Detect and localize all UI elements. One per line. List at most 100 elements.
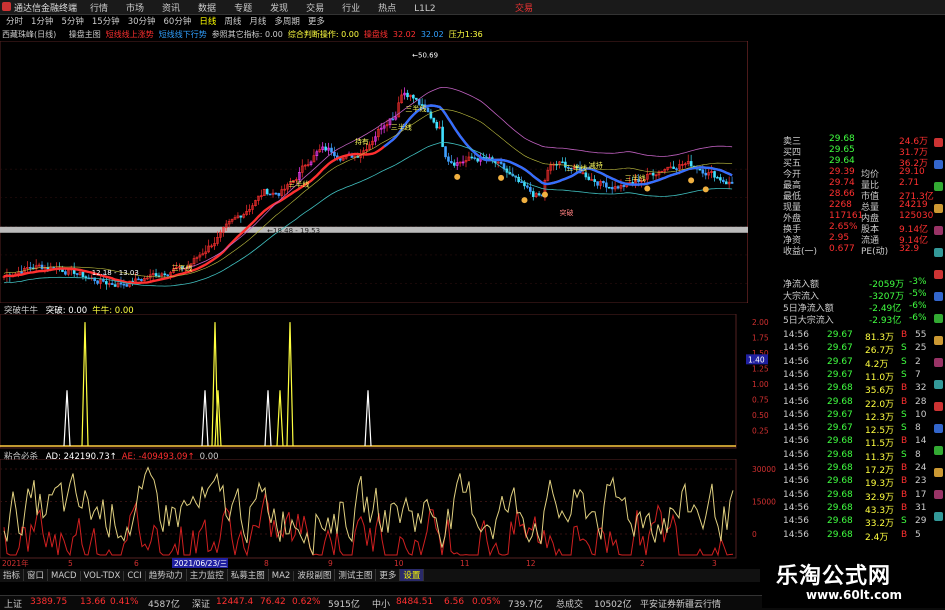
sidebar-tool-icon[interactable] (934, 380, 943, 389)
indicator-tab-4[interactable]: CCI (124, 571, 146, 581)
menu-3[interactable]: 数据 (198, 4, 216, 14)
tick-count: 31 (915, 502, 927, 513)
menu-1[interactable]: 市场 (126, 4, 144, 14)
candle-body (476, 158, 479, 162)
indicator-item-6: 32.02 (392, 30, 416, 39)
indicator-tab-2[interactable]: MACD (48, 571, 81, 581)
indicator-tab-0[interactable]: 指标 (0, 569, 25, 581)
period-tab-3[interactable]: 15分钟 (90, 15, 122, 27)
candle-body (414, 97, 418, 100)
candle-body (675, 168, 678, 170)
sz-value: 12447.4 (216, 597, 254, 607)
period-tab-0[interactable]: 分时 (4, 15, 25, 27)
coin-marker-3 (541, 191, 548, 198)
sz-label: 深证 (192, 600, 211, 610)
tick-volume: 2.4万 (865, 532, 889, 543)
period-tab-4[interactable]: 30分钟 (126, 15, 158, 27)
indicator-tab-6[interactable]: 主力监控 (187, 569, 228, 581)
sub2-chart[interactable]: 30000 15000 0 (0, 459, 780, 559)
sidebar-tool-icon[interactable] (934, 446, 943, 455)
candle-body (713, 171, 716, 178)
quote-value: 29.65 (829, 145, 855, 155)
indicator-tab-12[interactable]: 设置 (400, 569, 425, 581)
tick-side: S (901, 343, 907, 354)
sidebar-tool-icon[interactable] (934, 138, 943, 147)
sidebar-tool-icon[interactable] (934, 358, 943, 367)
period-tab-5[interactable]: 60分钟 (162, 15, 194, 27)
main-kline-chart[interactable]: 30.0025.0020.0015.0010.00←50.69←18.48 - … (0, 41, 748, 303)
sidebar-tool-icon[interactable] (934, 512, 943, 521)
indicator-tab-3[interactable]: VOL-TDX (81, 571, 125, 581)
candle-body (607, 186, 611, 189)
indicator-tab-10[interactable]: 测试主图 (335, 569, 377, 581)
sidebar-tool-icon[interactable] (934, 336, 943, 345)
indicator-tab-9[interactable]: 波段副图 (294, 569, 336, 581)
menu-2[interactable]: 资讯 (162, 4, 180, 14)
sidebar-tool-icon[interactable] (934, 314, 943, 323)
menu-6[interactable]: 交易 (306, 4, 324, 14)
candle-body (406, 92, 409, 98)
sidebar-tool-icon[interactable] (934, 292, 943, 301)
tick-time: 14:56 (783, 436, 809, 447)
sidebar-tool-icon[interactable] (934, 160, 943, 169)
menu-7[interactable]: 行业 (342, 4, 360, 14)
indicator-tab-5[interactable]: 趋势动力 (146, 569, 187, 581)
candle-body (125, 284, 129, 287)
menu-9[interactable]: L1L2 (414, 4, 435, 14)
sidebar-tool-icon[interactable] (934, 182, 943, 191)
period-tab-10[interactable]: 更多 (306, 15, 327, 27)
sidebar-tool-icon[interactable] (934, 226, 943, 235)
menu-5[interactable]: 发现 (270, 4, 288, 14)
candle-body (64, 271, 67, 275)
sidebar-tool-icon[interactable] (934, 204, 943, 213)
indicator-tab-11[interactable]: 更多 (376, 569, 401, 581)
period-tab-1[interactable]: 1分钟 (29, 15, 55, 27)
tick-volume: 35.6万 (865, 386, 895, 397)
period-tab-6[interactable]: 日线 (197, 15, 218, 27)
tick-price: 29.68 (827, 529, 853, 540)
trade-link[interactable]: 交易 (515, 1, 533, 14)
sub1-chart[interactable]: 2.001.751.501.251.000.750.500.251.40 (0, 314, 780, 449)
indicator-tab-7[interactable]: 私募主图 (228, 569, 269, 581)
period-tab-7[interactable]: 周线 (222, 15, 243, 27)
candles (2, 87, 734, 290)
tick-count: 7 (915, 369, 921, 380)
sidebar-tool-icon[interactable] (934, 402, 943, 411)
indicator-tab-8[interactable]: MA2 (269, 571, 295, 581)
tick-price: 29.68 (827, 476, 853, 487)
candle-body (426, 107, 430, 113)
period-tab-8[interactable]: 月线 (247, 15, 268, 27)
sidebar-tool-icon[interactable] (934, 424, 943, 433)
app-icon (2, 2, 11, 11)
candle-body (239, 215, 243, 218)
candle-body (40, 264, 44, 269)
date-label-5: 9 (328, 559, 333, 568)
sidebar-tool-icon[interactable] (934, 468, 943, 477)
mid-band-bar (0, 226, 748, 233)
indicator-tab-1[interactable]: 窗口 (24, 569, 49, 581)
sidebar-tool-icon[interactable] (934, 248, 943, 257)
candle-body (163, 273, 167, 276)
candle-body (602, 180, 605, 184)
tick-time: 14:56 (783, 409, 809, 420)
period-tab-2[interactable]: 5分钟 (59, 15, 85, 27)
tick-volume: 32.9万 (865, 492, 895, 503)
date-label-9: 2 (640, 559, 645, 568)
flow-value: -2.93亿 (869, 316, 902, 326)
menu-8[interactable]: 热点 (378, 4, 396, 14)
sidebar-tool-icon[interactable] (934, 270, 943, 279)
sidebar-tool-icon[interactable] (934, 490, 943, 499)
sub1-scale-4: 1.00 (752, 380, 769, 389)
sh-pct: 0.41% (110, 597, 139, 607)
candle-body (616, 186, 620, 189)
menu-0[interactable]: 行情 (90, 4, 108, 14)
candle-body (330, 147, 333, 153)
candle-body (704, 172, 708, 176)
news-ticker[interactable]: 平安证券新疆云行情 (640, 597, 721, 610)
tick-time: 14:56 (783, 356, 809, 367)
tick-volume: 12.5万 (865, 426, 895, 437)
menu-4[interactable]: 专题 (234, 4, 252, 14)
candle-body (716, 176, 719, 179)
period-tab-9[interactable]: 多周期 (272, 15, 302, 27)
tick-side: B (901, 436, 908, 447)
